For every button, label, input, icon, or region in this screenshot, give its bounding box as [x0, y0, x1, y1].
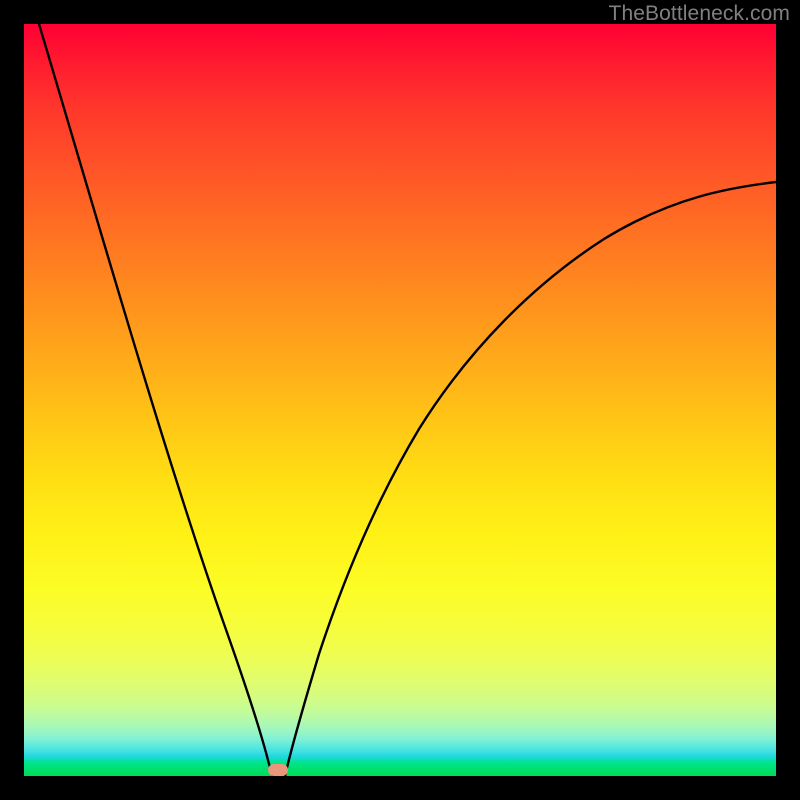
minimum-marker — [268, 764, 288, 776]
background-gradient — [24, 24, 776, 776]
attribution-text: TheBottleneck.com — [609, 2, 790, 26]
plot-area — [24, 24, 776, 776]
chart-frame: TheBottleneck.com — [0, 0, 800, 800]
